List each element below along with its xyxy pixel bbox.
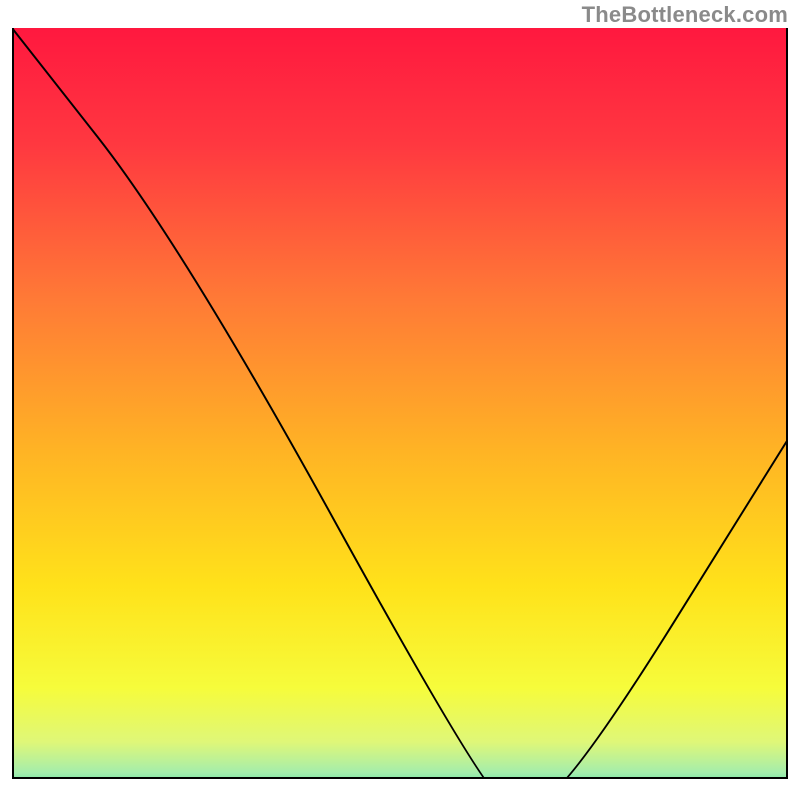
- bottleneck-curve: [12, 28, 788, 778]
- plot-area: [12, 28, 788, 778]
- curve-layer: [12, 28, 788, 778]
- axis-right: [786, 28, 788, 779]
- watermark-text: TheBottleneck.com: [582, 2, 788, 28]
- axis-bottom: [12, 777, 788, 779]
- axis-left: [12, 28, 14, 779]
- chart-stage: TheBottleneck.com: [0, 0, 800, 800]
